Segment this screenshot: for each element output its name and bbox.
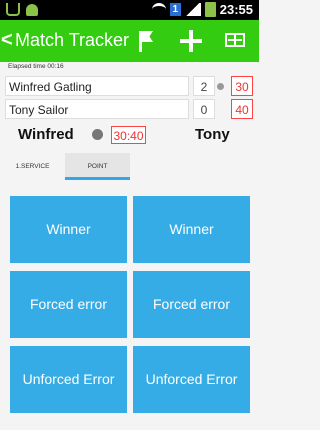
forced-error-button-right[interactable]: Forced error: [133, 271, 250, 338]
notification-badge: 1: [169, 3, 181, 16]
page-title: Match Tracker: [15, 30, 130, 50]
tennis-ball-icon: [92, 129, 103, 140]
player-row: Tony Sailor 0 40: [5, 99, 255, 119]
forced-error-button-left[interactable]: Forced error: [10, 271, 127, 338]
tab-service[interactable]: 1.SERVICE: [0, 153, 65, 180]
player-name: Tony Sailor: [5, 99, 189, 119]
status-bar: 1 23:55: [0, 0, 259, 20]
player1-short-name: Winfred: [18, 126, 74, 143]
player2-short-name: Tony: [195, 126, 230, 143]
winner-button-right[interactable]: Winner: [133, 196, 250, 263]
unforced-error-button-left[interactable]: Unforced Error: [10, 346, 127, 413]
flag-icon[interactable]: [135, 28, 161, 54]
android-icon: [26, 3, 38, 16]
player-games: 2: [193, 76, 215, 96]
tab-point[interactable]: POINT: [65, 153, 130, 180]
status-time: 23:55: [219, 2, 253, 17]
point-score: 30:40: [111, 126, 146, 144]
point-score-row: Winfred 30:40 Tony: [0, 122, 259, 148]
court-icon[interactable]: [223, 28, 249, 54]
status-left-icons: [6, 3, 38, 16]
signal-icon: [184, 3, 201, 16]
serve-indicator-icon: [217, 83, 224, 90]
wifi-icon: [151, 3, 166, 16]
player-row: Winfred Gatling 2 30: [5, 76, 255, 96]
usb-icon: [6, 3, 20, 16]
player-name: Winfred Gatling: [5, 76, 189, 96]
unforced-error-button-right[interactable]: Unforced Error: [133, 346, 250, 413]
battery-icon: [204, 2, 216, 17]
winner-button-left[interactable]: Winner: [10, 196, 127, 263]
tab-bar: 1.SERVICE POINT: [0, 153, 130, 180]
back-button[interactable]: <: [1, 29, 13, 52]
plus-icon[interactable]: [178, 28, 204, 54]
player-games: 0: [193, 99, 215, 119]
player-score: 30: [231, 76, 253, 96]
action-bar: < Match Tracker: [0, 20, 259, 62]
status-right-icons: 1 23:55: [151, 2, 253, 17]
elapsed-time: Elapsed time 00:16: [8, 63, 64, 70]
player-score: 40: [231, 99, 253, 119]
